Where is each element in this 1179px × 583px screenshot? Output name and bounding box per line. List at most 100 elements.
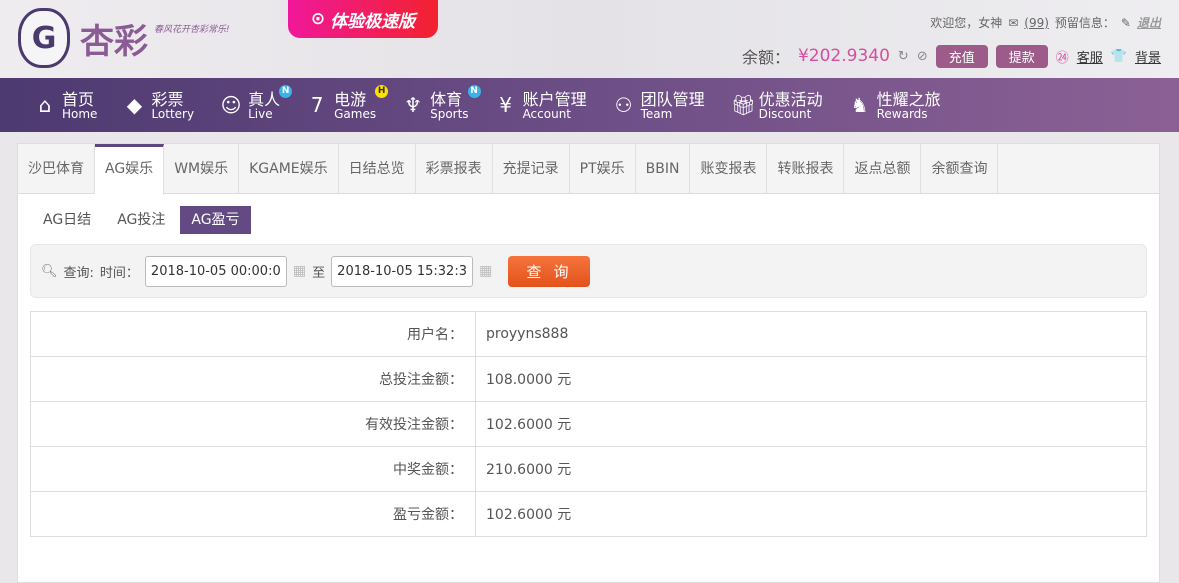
table-row: 用户名： proyyns888 bbox=[30, 311, 1147, 357]
table-row: 中奖金额： 210.6000 元 bbox=[30, 446, 1147, 492]
speed-icon: ⊙ bbox=[310, 9, 326, 29]
tab-item[interactable]: 沙巴体育 bbox=[18, 144, 95, 193]
row-value: 108.0000 元 bbox=[475, 356, 1147, 402]
row-value: 210.6000 元 bbox=[475, 446, 1147, 492]
tab-item[interactable]: PT娱乐 bbox=[570, 144, 636, 193]
nav-label: 体育 bbox=[430, 89, 463, 109]
tab-item[interactable]: BBIN bbox=[636, 144, 691, 193]
row-value: proyyns888 bbox=[475, 311, 1147, 357]
logo-text: 杏彩 bbox=[80, 21, 148, 62]
nav-item-sports[interactable]: ♆ 体育 Sports N bbox=[402, 84, 481, 120]
yen-icon: ¥ bbox=[499, 93, 512, 117]
tab-item[interactable]: 返点总额 bbox=[844, 144, 922, 193]
nav-item-games[interactable]: 7 电游 Games H bbox=[306, 84, 389, 121]
nav-item-discount[interactable]: 🎁︎ 优惠活动 Discount bbox=[731, 91, 823, 120]
nav-item-team[interactable]: ⚇ 团队管理 Team bbox=[613, 91, 705, 120]
reserved-info-label: 预留信息： bbox=[1054, 16, 1115, 30]
row-label: 总投注金额： bbox=[30, 356, 476, 402]
table-row: 有效投注金额： 102.6000 元 bbox=[30, 401, 1147, 447]
hide-eye-icon[interactable]: ⊘ bbox=[917, 49, 928, 64]
subtab-item[interactable]: AG日结 bbox=[32, 206, 102, 234]
nav-label: 彩票 bbox=[151, 89, 184, 109]
report-panel: 沙巴体育 AG娱乐 WM娱乐 KGAME娱乐 日结总览 彩票报表 充提记录 PT娱乐 BBIN 账… bbox=[17, 143, 1160, 583]
badge-n: N bbox=[467, 84, 481, 98]
nav-sublabel: Lottery bbox=[151, 106, 195, 121]
calendar-icon[interactable]: ▦ bbox=[479, 263, 492, 279]
refresh-icon[interactable]: ↻ bbox=[898, 49, 909, 64]
nav-item-lottery[interactable]: ◆ 彩票 Lottery bbox=[123, 91, 194, 120]
summary-table: 用户名： proyyns888 总投注金额： 108.0000 元有效投注金额： 102… bbox=[30, 311, 1147, 537]
row-label: 有效投注金额： bbox=[30, 401, 476, 447]
nav-sublabel: Team bbox=[640, 106, 673, 121]
table-row: 盈亏金额： 102.6000 元 bbox=[30, 491, 1147, 537]
tab-item[interactable]: AG娱乐 bbox=[95, 144, 165, 195]
tab-item[interactable]: WM娱乐 bbox=[164, 144, 240, 193]
nav-label: 优惠活动 bbox=[758, 89, 823, 109]
trophy-icon: ♆ bbox=[404, 93, 423, 117]
tab-item[interactable]: 日结总览 bbox=[339, 144, 416, 193]
tab-item[interactable]: KGAME娱乐 bbox=[239, 144, 339, 193]
nav-sublabel: Account bbox=[522, 106, 572, 121]
nav-item-rewards[interactable]: ♞ 性耀之旅 Rewards bbox=[849, 91, 941, 120]
nav-item-account[interactable]: ¥ 账户管理 Account bbox=[495, 89, 587, 121]
background-link[interactable]: 背景 bbox=[1135, 47, 1161, 66]
row-label: 中奖金额： bbox=[30, 446, 476, 492]
badge-n: N bbox=[279, 84, 293, 98]
nav-label: 性耀之旅 bbox=[876, 89, 941, 109]
subtab-item[interactable]: AG投注 bbox=[106, 206, 176, 234]
tab-item[interactable]: 彩票报表 bbox=[416, 144, 493, 193]
seven-icon: 7 bbox=[310, 93, 324, 117]
start-time-input[interactable] bbox=[144, 255, 287, 287]
query-label: 查询: bbox=[63, 265, 94, 281]
row-value: 102.6000 元 bbox=[475, 491, 1147, 537]
query-button[interactable]: 查 询 bbox=[508, 255, 591, 287]
row-label: 用户名： bbox=[30, 311, 476, 357]
service-24-icon: ㉔ bbox=[1055, 50, 1069, 66]
row-label: 盈亏金额： bbox=[30, 491, 476, 537]
edit-icon[interactable]: ✎ bbox=[1121, 16, 1131, 30]
mail-count-link[interactable]: (99) bbox=[1024, 16, 1049, 30]
welcome-text: 欢迎您，女神 bbox=[930, 16, 1003, 30]
nav-label: 电游 bbox=[334, 89, 367, 109]
main-nav: ⌂ 首页 Home ◆ 彩票 Lottery ☺ 真人 Live N 7 电游 Games H ♆ 体育 Spo… bbox=[0, 78, 1179, 132]
nav-sublabel: Games bbox=[334, 106, 377, 121]
speed-version-button[interactable]: ⊙ 体验极速版 bbox=[288, 0, 438, 38]
service-link[interactable]: 客服 bbox=[1077, 47, 1103, 66]
gift-icon: 🎁︎ bbox=[730, 93, 756, 117]
calendar-icon[interactable]: ▦ bbox=[293, 263, 306, 279]
speed-label: 体验极速版 bbox=[330, 11, 416, 32]
withdraw-button[interactable]: 提款 bbox=[995, 44, 1048, 68]
nav-label: 首页 bbox=[62, 89, 95, 109]
deposit-button[interactable]: 充值 bbox=[935, 44, 988, 68]
team-icon: ⚇ bbox=[614, 93, 633, 117]
nav-sublabel: Discount bbox=[758, 106, 812, 121]
woman-icon: ☺ bbox=[220, 93, 242, 117]
nav-label: 账户管理 bbox=[522, 89, 587, 109]
nav-sublabel: Rewards bbox=[876, 106, 928, 121]
logo[interactable]: G 杏彩 春风花开杏彩常乐! bbox=[18, 8, 230, 68]
tab-item[interactable]: 余额查询 bbox=[921, 144, 999, 193]
badge-h: H bbox=[375, 84, 389, 98]
ticket-icon: ◆ bbox=[126, 93, 143, 117]
tab-item[interactable]: 转账报表 bbox=[767, 144, 845, 193]
report-tabs: 沙巴体育 AG娱乐 WM娱乐 KGAME娱乐 日结总览 彩票报表 充提记录 PT娱乐 BBIN 账… bbox=[18, 144, 1159, 195]
shirt-icon: 👕 bbox=[1110, 48, 1127, 64]
nav-label: 团队管理 bbox=[640, 89, 705, 109]
tab-item[interactable]: 账变报表 bbox=[690, 144, 768, 193]
logo-mark: G bbox=[18, 8, 70, 68]
subtab-item[interactable]: AG盈亏 bbox=[180, 206, 251, 234]
logout-link[interactable]: 退出 bbox=[1137, 14, 1161, 31]
mail-icon[interactable]: ✉ bbox=[1008, 16, 1018, 30]
nav-sublabel: Home bbox=[62, 106, 98, 121]
query-bar: 🔍︎ 查询: 时间： ▦ 至 ▦ 查 询 bbox=[30, 244, 1147, 298]
header: G 杏彩 春风花开杏彩常乐! ⊙ 体验极速版 欢迎您，女神 ✉ (99) 预留信息… bbox=[0, 0, 1179, 78]
home-icon: ⌂ bbox=[38, 93, 52, 117]
tab-item[interactable]: 充提记录 bbox=[493, 144, 570, 193]
nav-item-home[interactable]: ⌂ 首页 Home bbox=[34, 89, 98, 121]
sub-tabs: AG日结 AG投注 AG盈亏 bbox=[32, 206, 1159, 234]
slogan: 春风花开杏彩常乐! bbox=[154, 24, 230, 35]
end-time-input[interactable] bbox=[331, 255, 474, 287]
nav-label: 真人 bbox=[248, 89, 281, 109]
search-icon: 🔍︎ bbox=[41, 263, 58, 279]
nav-item-live[interactable]: ☺ 真人 Live N bbox=[220, 84, 293, 120]
